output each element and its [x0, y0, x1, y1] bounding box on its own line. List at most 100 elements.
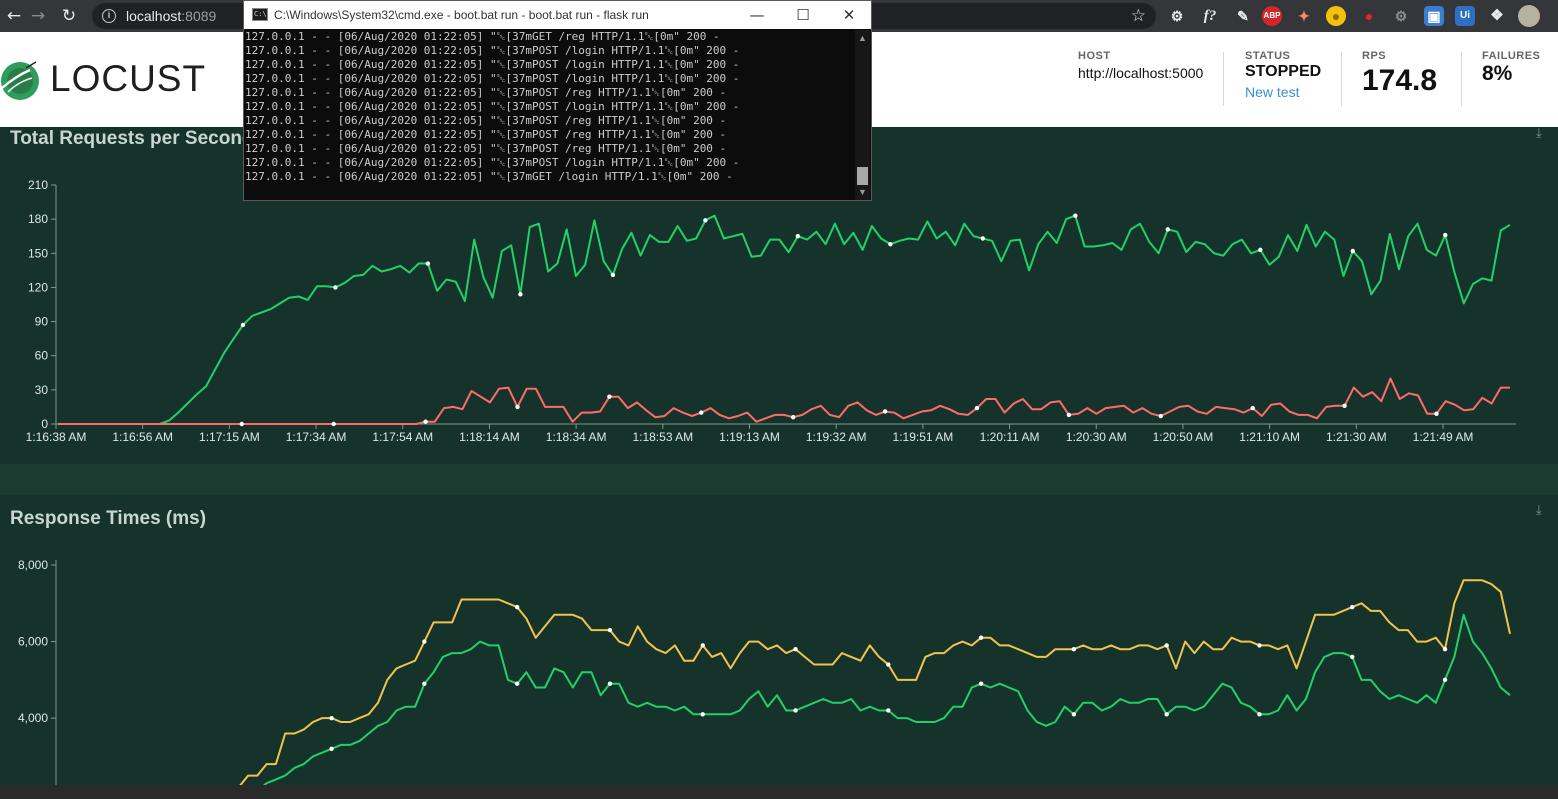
profile-avatar[interactable] [1518, 5, 1540, 27]
back-arrow-icon[interactable]: ← [3, 5, 25, 27]
puzzle-extensions-icon[interactable]: ❖ [1487, 6, 1507, 26]
terminal-icon: C:\ [252, 8, 268, 21]
cmd-line: 127.0.0.1 - - [06/Aug/2020 01:22:05] "␛[… [245, 86, 727, 99]
series-marker [1350, 604, 1355, 610]
adblock-extension-icon[interactable]: ABP [1262, 6, 1282, 26]
rps-stat: RPS 174.8 [1362, 50, 1437, 98]
cmd-line: 127.0.0.1 - - [06/Aug/2020 01:22:05] "␛[… [245, 100, 740, 113]
x-tick-label: 1:19:13 AM [719, 430, 780, 444]
reload-icon[interactable]: ↻ [58, 5, 80, 27]
series-marker [1443, 232, 1448, 238]
ui-extension-icon[interactable]: Ui [1455, 6, 1475, 26]
color-extension-icon[interactable]: ✦ [1294, 6, 1314, 26]
yellow-extension-icon[interactable]: ● [1326, 6, 1346, 26]
x-tick-label: 1:18:34 AM [546, 430, 607, 444]
chart-separator [0, 464, 1558, 495]
y-tick-label: 210 [28, 178, 48, 192]
translate-extension-icon[interactable]: ▣ [1424, 6, 1444, 26]
series-marker [331, 421, 336, 427]
series-marker [793, 708, 798, 713]
cmd-line: 127.0.0.1 - - [06/Aug/2020 01:22:05] "␛[… [245, 58, 740, 71]
series-marker [793, 647, 798, 652]
series-marker [422, 681, 427, 686]
host-value: http://localhost:5000 [1078, 65, 1204, 81]
y-tick-label: 0 [41, 417, 48, 431]
failures-value: 8% [1482, 62, 1513, 85]
cmd-line: 127.0.0.1 - - [06/Aug/2020 01:22:05] "␛[… [245, 44, 740, 57]
scroll-down-icon[interactable]: ▼ [857, 187, 868, 197]
gray-gear-extension-icon[interactable]: ⚙ [1391, 6, 1411, 26]
series-marker [1434, 411, 1439, 416]
cmd-scrollbar[interactable]: ▲ ▼ [855, 30, 870, 200]
series-marker [882, 409, 888, 414]
cmd-window[interactable]: C:\ C:\Windows\System32\cmd.exe - boot.b… [243, 0, 872, 201]
series-marker [1257, 712, 1262, 717]
x-tick-label: 1:17:34 AM [286, 430, 347, 444]
site-info-icon[interactable]: i [102, 9, 116, 23]
url-host: localhost [126, 8, 182, 24]
forward-arrow-icon[interactable]: → [27, 5, 49, 27]
formula-extension-icon[interactable]: f? [1200, 6, 1220, 26]
scroll-up-icon[interactable]: ▲ [857, 33, 868, 43]
y-tick-label: 180 [28, 212, 48, 226]
series-marker [607, 681, 613, 686]
x-tick-label: 1:19:32 AM [806, 430, 867, 444]
cmd-output: 127.0.0.1 - - [06/Aug/2020 01:22:05] "␛[… [245, 30, 853, 200]
minimize-icon[interactable]: — [744, 4, 770, 26]
x-tick-label: 1:20:30 AM [1066, 430, 1127, 444]
gear-extension-icon[interactable]: ⚙ [1167, 6, 1187, 26]
series-marker [1165, 227, 1171, 232]
y-tick-label: 30 [35, 383, 49, 397]
x-tick-label: 1:21:30 AM [1326, 430, 1387, 444]
series-marker [1350, 248, 1355, 254]
series-line-1 [58, 377, 1510, 425]
series-marker [240, 322, 246, 328]
bookmark-star-icon[interactable]: ☆ [1131, 6, 1146, 26]
series-marker [423, 419, 428, 424]
y-tick-label: 90 [35, 315, 49, 329]
y-tick-label: 120 [28, 280, 48, 294]
x-tick-label: 1:16:56 AM [112, 430, 173, 444]
y-tick-label: 8,000 [18, 558, 48, 572]
series-marker [1164, 643, 1169, 648]
close-icon[interactable]: ✕ [836, 4, 862, 26]
series-marker [329, 715, 334, 721]
cmd-line: 127.0.0.1 - - [06/Aug/2020 01:22:05] "␛[… [245, 128, 727, 141]
maximize-icon[interactable]: ☐ [790, 4, 816, 26]
x-tick-label: 1:16:38 AM [26, 430, 87, 444]
series-marker [1342, 403, 1347, 408]
series-marker [610, 272, 616, 278]
cmd-line: 127.0.0.1 - - [06/Aug/2020 01:22:05] "␛[… [245, 142, 727, 155]
x-tick-label: 1:18:53 AM [632, 430, 693, 444]
x-tick-label: 1:21:10 AM [1239, 430, 1300, 444]
cmd-titlebar[interactable]: C:\ C:\Windows\System32\cmd.exe - boot.b… [244, 1, 871, 29]
series-marker [886, 708, 891, 713]
pen-extension-icon[interactable]: ✎ [1233, 6, 1253, 26]
series-marker [1350, 654, 1355, 660]
failures-label: FAILURES [1482, 50, 1541, 62]
bottom-edge [0, 785, 1558, 799]
status-value: STOPPED [1245, 63, 1322, 80]
series-marker [978, 635, 984, 640]
x-tick-label: 1:20:11 AM [980, 430, 1040, 444]
series-marker [515, 404, 520, 410]
series-marker [699, 410, 704, 415]
series-marker [1257, 643, 1262, 648]
series-marker [1442, 647, 1448, 652]
scroll-thumb[interactable] [857, 167, 868, 185]
x-tick-label: 1:17:15 AM [199, 430, 260, 444]
y-tick-label: 150 [28, 246, 48, 260]
response-time-chart: 2,0004,0006,0008,000 [18, 558, 1511, 785]
rps-label: RPS [1362, 50, 1387, 62]
series-marker [1250, 405, 1255, 411]
series-marker [700, 712, 705, 717]
locust-logo-text: LOCUST [50, 58, 207, 99]
red-extension-icon[interactable]: ● [1359, 6, 1379, 26]
series-marker [888, 241, 893, 247]
series-marker [1442, 677, 1448, 683]
series-marker [333, 285, 338, 290]
series-marker [703, 218, 708, 223]
host-label: HOST [1078, 50, 1111, 62]
new-test-link[interactable]: New test [1245, 84, 1321, 100]
series-marker [239, 421, 244, 427]
